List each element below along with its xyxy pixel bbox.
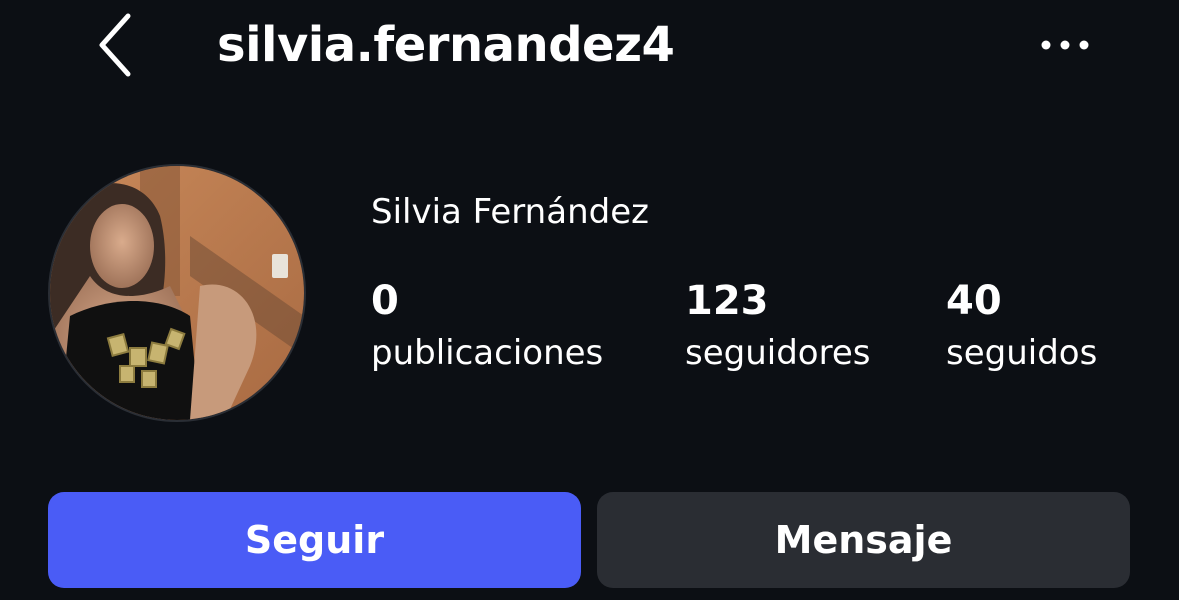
posts-label: publicaciones <box>371 333 604 373</box>
avatar[interactable] <box>48 164 306 422</box>
posts-stat[interactable]: 0 publicaciones <box>371 276 603 380</box>
profile-photo <box>50 166 304 420</box>
profile-display-name: Silvia Fernández <box>371 192 649 232</box>
message-button[interactable]: Mensaje <box>597 492 1130 588</box>
following-count: 40 <box>946 278 1002 324</box>
followers-count: 123 <box>685 278 769 324</box>
following-label: seguidos <box>946 333 1098 373</box>
followers-stat[interactable]: 123 seguidores <box>685 276 870 380</box>
back-button[interactable] <box>84 10 144 80</box>
following-stat[interactable]: 40 seguidos <box>946 276 1097 380</box>
follow-button[interactable]: Seguir <box>48 492 581 588</box>
followers-label: seguidores <box>685 333 871 373</box>
more-options-button[interactable] <box>1030 20 1100 70</box>
posts-count: 0 <box>371 278 399 324</box>
profile-username: silvia.fernandez4 <box>217 17 675 73</box>
profile-screen: silvia.fernandez4 Silvia Fernández 0 pub… <box>0 0 1179 600</box>
more-horizontal-icon <box>1041 40 1089 50</box>
chevron-left-icon <box>99 13 131 77</box>
